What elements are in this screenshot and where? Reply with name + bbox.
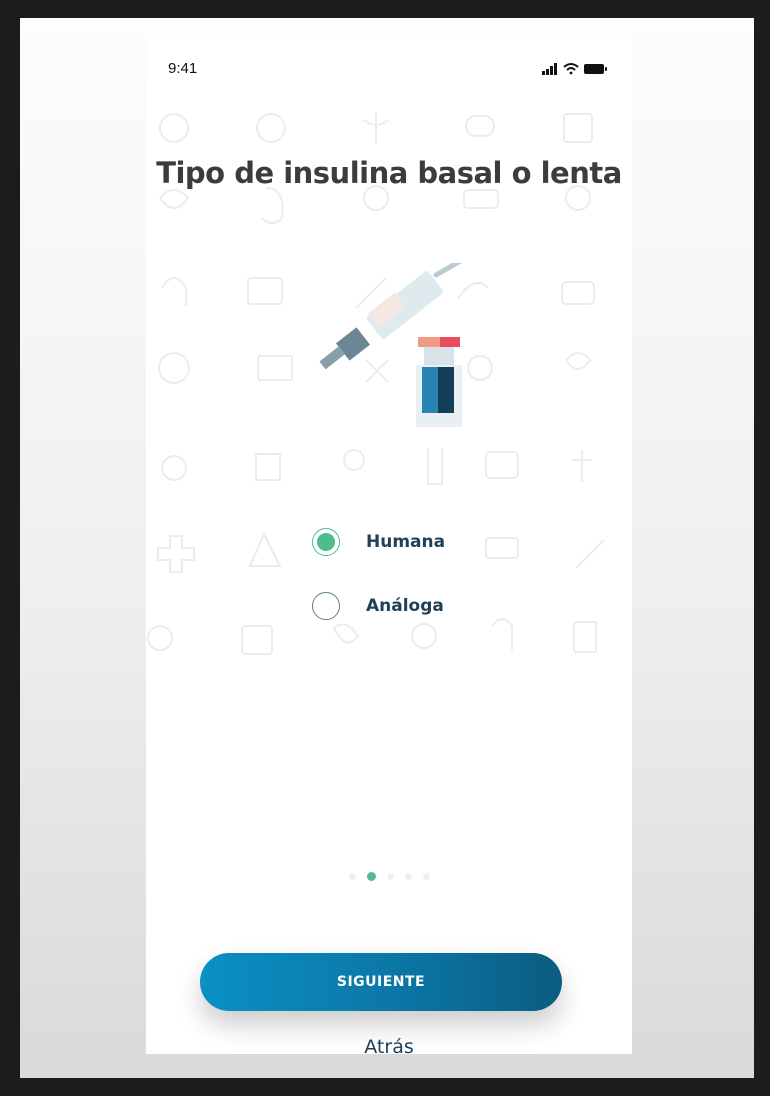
back-button[interactable]: Atrás — [146, 1036, 632, 1054]
wifi-icon — [563, 63, 579, 75]
radio-analoga[interactable] — [312, 592, 340, 620]
next-button[interactable]: SIGUIENTE — [200, 953, 562, 1011]
pagination-dots — [146, 872, 632, 881]
page-title: Tipo de insulina basal o lenta — [156, 156, 622, 190]
radio-humana[interactable] — [312, 528, 340, 556]
pagination-dot — [386, 873, 394, 880]
battery-icon — [584, 64, 607, 74]
insulin-type-options: Humana Análoga — [312, 510, 552, 638]
signal-icon — [542, 63, 557, 75]
status-time: 9:41 — [168, 60, 198, 77]
option-analoga[interactable]: Análoga — [312, 574, 552, 638]
option-label-humana: Humana — [366, 532, 446, 552]
option-label-analoga: Análoga — [366, 596, 444, 616]
device-frame: 9:41 Tipo de insulina basal o lenta Huma… — [20, 18, 754, 1078]
pagination-dot — [422, 873, 430, 880]
pagination-dot — [348, 873, 356, 880]
pagination-dot — [404, 873, 412, 880]
pagination-dot-active — [366, 872, 376, 881]
radio-selected-dot — [317, 533, 335, 551]
status-bar: 9:41 — [146, 38, 632, 82]
insulin-vial-icon — [416, 337, 462, 427]
option-humana[interactable]: Humana — [312, 510, 552, 574]
phone-screen: 9:41 Tipo de insulina basal o lenta Huma… — [146, 38, 632, 1054]
status-icons — [542, 63, 607, 75]
insulin-illustration — [319, 263, 463, 427]
